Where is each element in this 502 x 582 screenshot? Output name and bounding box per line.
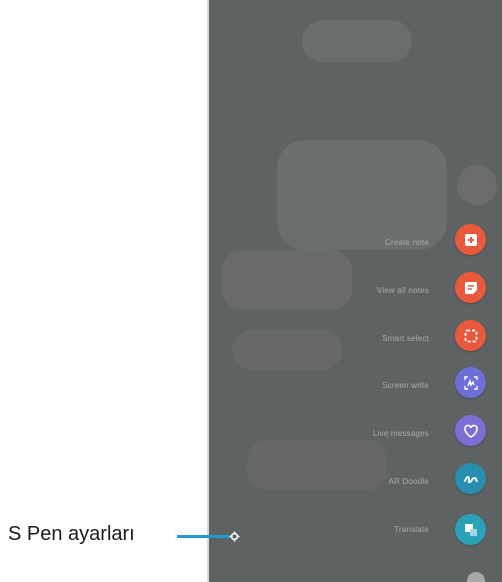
ar-doodle-button[interactable]	[455, 463, 486, 494]
phone-edge	[207, 0, 209, 582]
menu-label-translate: Translate	[394, 525, 429, 534]
screen-write-icon	[463, 375, 478, 390]
blurred-background	[277, 140, 447, 250]
smart-select-icon	[464, 329, 477, 342]
menu-label-create-note: Create note	[384, 238, 429, 247]
live-messages-button[interactable]	[455, 415, 486, 446]
doodle-icon	[463, 475, 478, 483]
blurred-background	[457, 165, 497, 205]
note-add-icon	[464, 233, 477, 246]
menu-label-ar-doodle: AR Doodle	[388, 477, 429, 486]
menu-label-live-messages: Live messages	[373, 429, 429, 438]
screen-write-button[interactable]	[455, 367, 486, 398]
view-all-notes-button[interactable]	[455, 272, 486, 303]
translate-button[interactable]	[455, 514, 486, 545]
callout-label: S Pen ayarları	[8, 523, 135, 545]
notes-list-icon	[464, 281, 477, 294]
menu-label-view-all-notes: View all notes	[376, 286, 429, 295]
blurred-background	[232, 330, 342, 370]
menu-label-screen-write: Screen write	[382, 381, 429, 390]
callout-leader-line	[177, 535, 230, 538]
more-indicator	[467, 572, 485, 582]
menu-label-smart-select: Smart select	[382, 334, 429, 343]
gear-icon[interactable]	[229, 531, 240, 542]
smart-select-button[interactable]	[455, 320, 486, 351]
create-note-button[interactable]	[455, 224, 486, 255]
translate-icon	[464, 523, 477, 536]
phone-screen: Create note View all notes Smart select …	[207, 0, 502, 582]
blurred-background	[222, 250, 352, 310]
blurred-background	[302, 20, 412, 62]
heart-icon	[463, 424, 478, 438]
blurred-background	[247, 440, 387, 490]
